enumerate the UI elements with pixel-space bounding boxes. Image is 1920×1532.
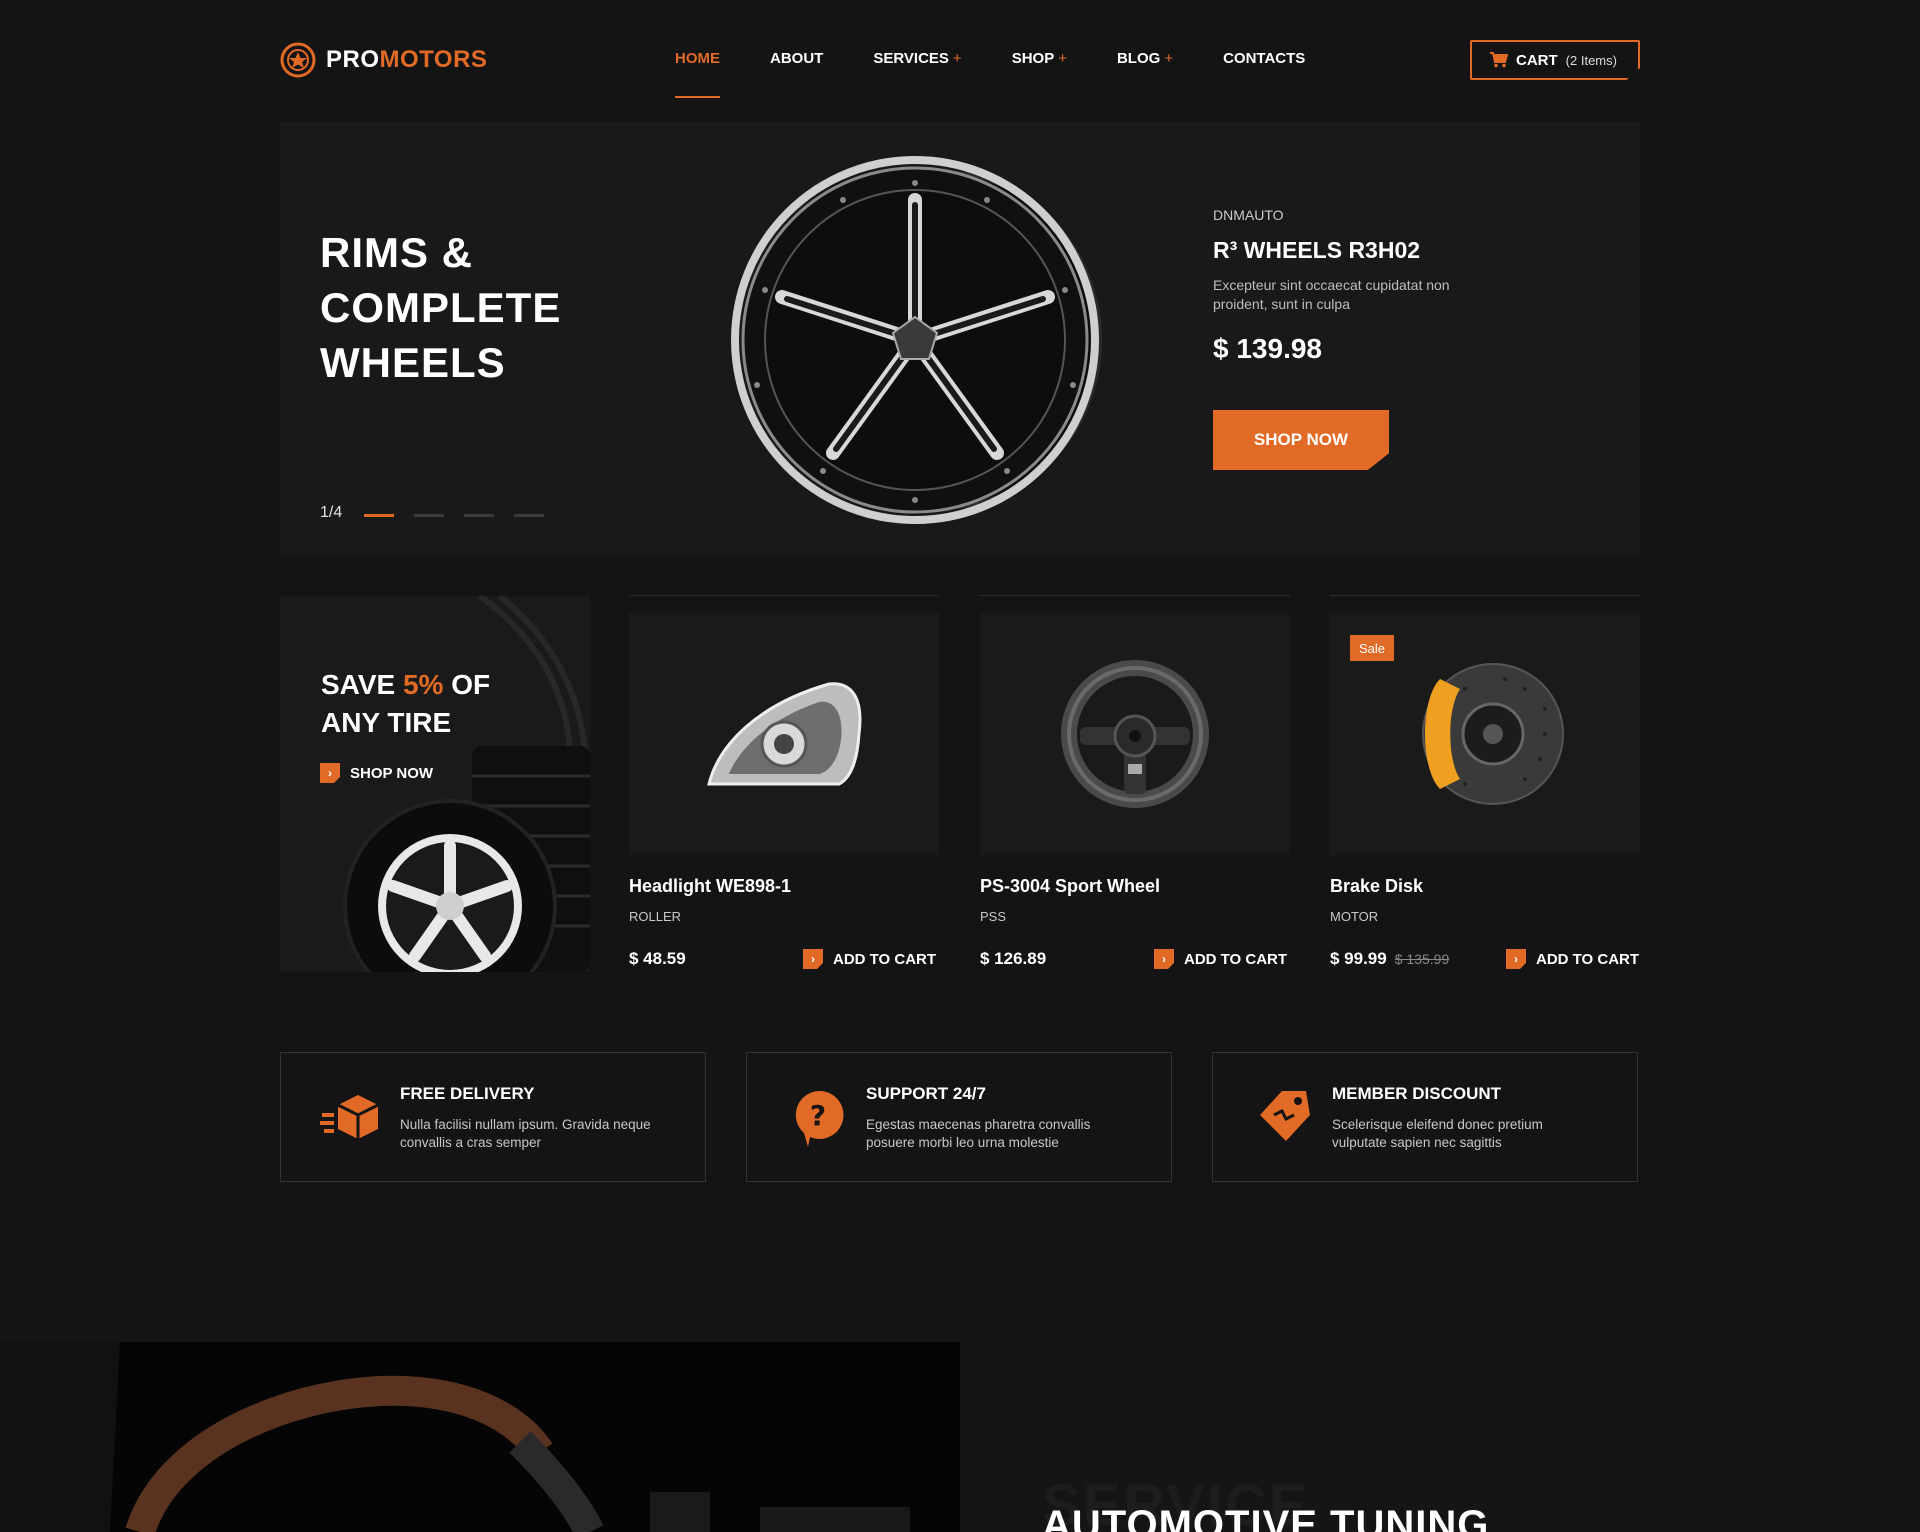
- hero-brand: DNMAUTO: [1213, 207, 1284, 223]
- feature-title: FREE DELIVERY: [400, 1084, 535, 1103]
- promo-shop-now-link[interactable]: › SHOP NOW: [320, 763, 433, 783]
- add-to-cart-label: ADD TO CART: [833, 950, 937, 968]
- feature-description: Nulla facilisi nullam ipsum. Gravida neq…: [400, 1117, 651, 1150]
- product-price-value: $ 99.99: [1330, 949, 1387, 968]
- promo-shop-label: SHOP NOW: [350, 764, 434, 782]
- cart-button[interactable]: CART (2 Items): [1470, 40, 1640, 80]
- old-price: $ 135.99: [1394, 951, 1450, 967]
- car-interior-image: [0, 1342, 960, 1532]
- cart-count: (2 Items): [1565, 52, 1617, 68]
- add-to-cart-button[interactable]: › ADD TO CART: [1506, 949, 1639, 969]
- plus-icon: +: [1058, 50, 1067, 67]
- promo-title-accent: 5%: [402, 669, 444, 700]
- add-to-cart-label: ADD TO CART: [1536, 950, 1640, 968]
- nav-shop[interactable]: SHOP +: [1012, 50, 1067, 80]
- headlight-image: [707, 682, 862, 786]
- delivery-box-icon: [320, 1095, 379, 1139]
- promo-title: SAVE 5% OF ANY TIRE: [321, 666, 521, 742]
- sale-badge: Sale: [1350, 635, 1394, 661]
- product-price: $ 99.99 $ 135.99: [1330, 949, 1449, 969]
- feature-description: Egestas maecenas pharetra convallis posu…: [866, 1117, 1091, 1150]
- logo-pro: PRO: [326, 46, 380, 73]
- nav-home-label: HOME: [675, 50, 720, 67]
- plus-icon: +: [952, 50, 962, 67]
- product-image-steering-wheel[interactable]: [980, 613, 1290, 855]
- product-image-headlight[interactable]: [629, 613, 939, 855]
- discount-tag-icon: [1260, 1091, 1310, 1141]
- arrow-right-icon: ›: [320, 763, 340, 783]
- add-to-cart-button[interactable]: › ADD TO CART: [1154, 949, 1287, 969]
- nav-shop-label: SHOP: [1011, 50, 1055, 67]
- feature-description: Scelerisque eleifend donec pretium vulpu…: [1332, 1117, 1543, 1150]
- hero-title-line: RIMS &: [320, 229, 473, 276]
- feature-title: SUPPORT 24/7: [866, 1084, 986, 1103]
- slide-counter: 1/4: [320, 504, 343, 521]
- add-to-cart-button[interactable]: › ADD TO CART: [803, 949, 936, 969]
- logo-motors: MOTORS: [379, 46, 488, 73]
- support-question-icon: ?: [795, 1090, 844, 1147]
- product-price-value: $ 126.89: [980, 949, 1047, 968]
- steering-wheel-image: [1061, 660, 1209, 808]
- product-name[interactable]: PS-3004 Sport Wheel: [980, 876, 1160, 897]
- logo[interactable]: PROMOTORS: [280, 42, 487, 78]
- card-divider: [629, 595, 939, 596]
- arrow-right-icon: ›: [803, 949, 823, 969]
- logo-text: PROMOTORS: [326, 46, 487, 74]
- slide-dot-2[interactable]: [414, 514, 444, 517]
- product-brand: ROLLER: [629, 909, 682, 924]
- hero-shop-now-button[interactable]: SHOP NOW: [1213, 410, 1389, 470]
- product-name[interactable]: Headlight WE898-1: [629, 876, 791, 897]
- add-to-cart-label: ADD TO CART: [1184, 950, 1288, 968]
- plus-icon: +: [1164, 50, 1174, 67]
- section-title: AUTOMOTIVE TUNING: [1042, 1503, 1490, 1532]
- hero-title-line: COMPLETE: [320, 284, 562, 331]
- hero-description: Excepteur sint occaecat cupidatat non pr…: [1213, 277, 1450, 312]
- cart-icon: [1490, 52, 1508, 68]
- nav-contacts-label: CONTACTS: [1223, 50, 1306, 67]
- product-brand: MOTOR: [1330, 909, 1379, 924]
- nav-home[interactable]: HOME: [675, 50, 720, 98]
- product-name[interactable]: Brake Disk: [1330, 876, 1423, 897]
- product-price: $ 48.59: [629, 949, 686, 969]
- product-price: $ 126.89: [980, 949, 1046, 969]
- hero-title: RIMS & COMPLETE WHEELS: [320, 225, 600, 390]
- product-price-value: $ 48.59: [629, 949, 686, 968]
- nav-blog-label: BLOG: [1116, 50, 1161, 67]
- page: PROMOTORS HOME ABOUT SERVICES + SHOP + BLO…: [0, 0, 1920, 1532]
- nav-blog[interactable]: BLOG +: [1117, 50, 1173, 80]
- card-divider: [980, 595, 1290, 596]
- slide-dot-3[interactable]: [464, 514, 494, 517]
- nav-services-label: SERVICES: [873, 50, 949, 67]
- product-brand: PSS: [980, 909, 1007, 924]
- promo-title-pre: SAVE: [321, 669, 403, 700]
- slide-dot-1[interactable]: [364, 514, 394, 517]
- steering-wheel-interior-image: [0, 1342, 960, 1532]
- arrow-right-icon: ›: [1154, 949, 1174, 969]
- nav-about[interactable]: ABOUT: [770, 50, 823, 80]
- tire-promo-banner[interactable]: [280, 596, 590, 972]
- main-nav: HOME ABOUT SERVICES + SHOP + BLOG + CONTACT…: [675, 50, 1355, 98]
- nav-services[interactable]: SERVICES +: [873, 50, 961, 80]
- cart-label: CART: [1516, 51, 1558, 69]
- arrow-right-icon: ›: [1506, 949, 1526, 969]
- nav-about-label: ABOUT: [770, 50, 824, 67]
- nav-contacts[interactable]: CONTACTS: [1223, 50, 1305, 80]
- rim-wheel-image: [731, 156, 1102, 524]
- svg-text:?: ?: [810, 1099, 826, 1132]
- hero-price: $ 139.98: [1213, 333, 1322, 364]
- slide-dot-4[interactable]: [514, 514, 544, 517]
- hero-product-name: R³ WHEELS R3H02: [1213, 237, 1421, 263]
- wheel-logo-icon: [280, 42, 316, 78]
- hero-title-line: WHEELS: [320, 339, 506, 386]
- tire-stack-image: [343, 596, 590, 972]
- feature-title: MEMBER DISCOUNT: [1332, 1084, 1502, 1103]
- card-divider: [1330, 595, 1640, 596]
- brake-disk-image: [1422, 663, 1564, 805]
